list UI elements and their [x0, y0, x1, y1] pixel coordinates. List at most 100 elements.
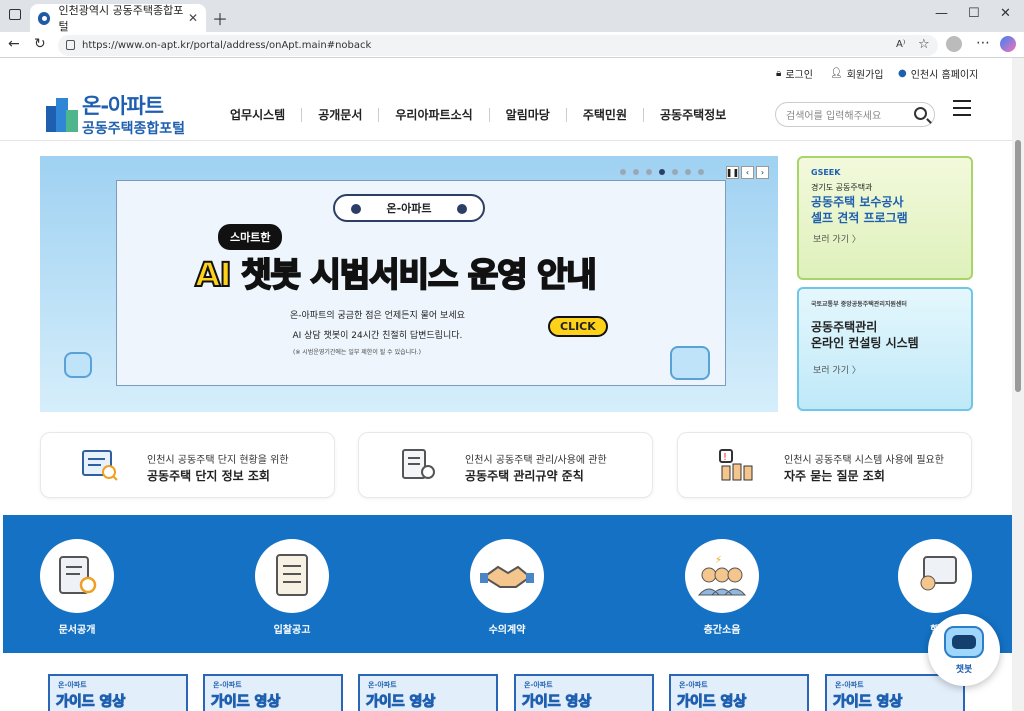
video-tag: 온-아파트	[213, 681, 242, 689]
prev-icon[interactable]: ‹	[741, 166, 754, 179]
slide-dot[interactable]	[698, 169, 704, 175]
side-banner-consulting[interactable]: 국토교통부 중앙공동주택관리지원센터 공동주택관리 온라인 컨설팅 시스템 보러…	[797, 287, 973, 411]
person-icon: 👤︎	[830, 68, 843, 79]
scroll-gear-icon	[402, 449, 435, 479]
copilot-icon[interactable]	[1000, 36, 1016, 52]
refresh-icon[interactable]: ↻	[34, 36, 46, 52]
lock-icon[interactable]	[66, 40, 75, 50]
tab-switch-icon[interactable]	[9, 9, 21, 20]
url-field[interactable]: https://www.on-apt.kr/portal/address/onA…	[58, 35, 938, 56]
nav-item-public-docs[interactable]: 공개문서	[302, 108, 380, 122]
nav-item-work-system[interactable]: 업무시스템	[214, 108, 303, 122]
profile-icon[interactable]	[946, 36, 962, 52]
video-tag: 온-아파트	[368, 681, 397, 689]
document-disclosure-icon[interactable]	[40, 539, 114, 613]
nav-item-housing-complaints[interactable]: 주택민원	[567, 108, 644, 122]
minimize-icon[interactable]: —	[935, 6, 948, 21]
quick-card-title: 공동주택 단지 정보 조회	[147, 469, 270, 483]
slide-dot-active[interactable]	[659, 169, 665, 175]
bid-notice-icon[interactable]	[255, 539, 329, 613]
back-icon[interactable]: ←	[8, 36, 20, 52]
quick-card-complex-info[interactable]: 인천시 공동주택 단지 현황을 위한 공동주택 단지 정보 조회	[40, 432, 335, 498]
slide-dot[interactable]	[685, 169, 691, 175]
lock-outline-icon: 🔒︎	[776, 68, 782, 79]
guide-video-card[interactable]: 온-아파트 가이드 영상	[514, 674, 654, 711]
maximize-icon[interactable]: ☐	[968, 6, 980, 21]
hero-pill: 온-아파트	[333, 194, 485, 222]
service-label-private-contract[interactable]: 수의계약	[447, 621, 567, 636]
slider-controls: ❚❚ ‹ ›	[726, 166, 769, 179]
slide-dot[interactable]	[646, 169, 652, 175]
side-banner-org: 국토교통부 중앙공동주택관리지원센터	[811, 301, 907, 308]
quick-card-desc: 인천시 공동주택 단지 현황을 위한	[147, 455, 289, 466]
video-title: 가이드 영상	[832, 694, 903, 711]
service-label-floor-noise[interactable]: 층간소음	[662, 621, 782, 636]
chatbot-label: 챗봇	[955, 665, 973, 675]
close-icon[interactable]: ✕	[188, 11, 198, 25]
city-home-link[interactable]: ● 인천시 홈페이지	[898, 66, 978, 81]
browser-tab[interactable]: 인천광역시 공동주택종합포털 ✕	[30, 4, 206, 33]
video-tag: 온-아파트	[524, 681, 553, 689]
guide-video-card[interactable]: 온-아파트 가이드 영상	[203, 674, 343, 711]
guide-video-card[interactable]: 온-아파트 가이드 영상	[358, 674, 498, 711]
scrollbar-thumb[interactable]	[1015, 140, 1021, 392]
side-banner-more-link[interactable]: 보러 가기 〉	[813, 232, 861, 245]
side-banner-gseek[interactable]: GSEEK 경기도 공동주택과 공동주택 보수공사 셀프 견적 프로그램 보러 …	[797, 156, 973, 280]
side-banner-more-link[interactable]: 보러 가기 〉	[813, 363, 861, 376]
side-banner-title-line2: 셀프 견적 프로그램	[811, 211, 908, 225]
logo-subtitle: 공동주택종합포털	[82, 121, 186, 137]
search-input[interactable]: 검색어를 입력해주세요	[775, 102, 935, 127]
service-label-doc-disclosure[interactable]: 문서공개	[17, 621, 137, 636]
slide-dot[interactable]	[672, 169, 678, 175]
faq-hands-icon: !	[719, 449, 753, 481]
header-divider	[0, 140, 1012, 141]
chatbot-robot-icon	[944, 626, 984, 658]
site-logo[interactable]: 온-아파트 공동주택종합포털	[46, 90, 185, 138]
menu-icon[interactable]	[953, 100, 971, 116]
address-bar: ← ↻ https://www.on-apt.kr/portal/address…	[0, 32, 1024, 58]
read-aloud-icon[interactable]: A⁾	[896, 39, 905, 50]
login-link[interactable]: 🔒︎ 로그인	[776, 66, 813, 81]
guide-video-card[interactable]: 온-아파트가이드 영상	[48, 674, 188, 711]
video-title: 가이드 영상	[55, 694, 126, 711]
next-icon[interactable]: ›	[756, 166, 769, 179]
quick-card-title: 공동주택 관리규약 준칙	[465, 469, 584, 483]
admin-service-icon[interactable]	[898, 539, 972, 613]
hero-subtext: 온-아파트의 궁금한 점은 언제든지 물어 보세요 AI 상담 챗봇이 24시간…	[290, 306, 465, 346]
page-scrollbar[interactable]	[1012, 58, 1024, 711]
more-icon[interactable]: ⋯	[976, 35, 990, 51]
join-link[interactable]: 👤︎ 회원가입	[830, 66, 884, 81]
video-title: 가이드 영상	[676, 694, 747, 711]
hero-click-button[interactable]: CLICK	[548, 316, 608, 337]
pause-icon[interactable]: ❚❚	[726, 166, 739, 179]
handshake-icon[interactable]	[470, 539, 544, 613]
video-tag: 온-아파트	[58, 681, 87, 689]
city-home-label: 인천시 홈페이지	[910, 70, 979, 81]
quick-card-faq[interactable]: ! 인천시 공동주택 시스템 사용에 필요한 자주 묻는 질문 조회	[677, 432, 972, 498]
hero-sub-line2: AI 상담 챗봇이 24시간 친절히 답변드립니다.	[292, 331, 463, 341]
site-favicon-icon	[38, 11, 51, 25]
headline-operation-notice: 운영 안내	[467, 254, 598, 295]
slide-dot[interactable]	[633, 169, 639, 175]
service-label-bid-notice[interactable]: 입찰공고	[232, 621, 352, 636]
login-label: 로그인	[785, 70, 813, 81]
window-close-icon[interactable]: ✕	[1000, 6, 1011, 21]
slide-dot[interactable]	[620, 169, 626, 175]
hero-banner[interactable]: 온-아파트 스마트한 AI 챗봇 시범서비스 운영 안내 온-아파트의 궁금한 …	[40, 156, 778, 412]
side-banner-caption: 경기도 공동주택과	[811, 183, 873, 192]
svg-text:⚡: ⚡	[715, 555, 722, 566]
quick-card-management-rules[interactable]: 인천시 공동주택 관리/사용에 관한 공동주택 관리규약 준칙	[358, 432, 653, 498]
nav-item-notices[interactable]: 알림마당	[490, 108, 567, 122]
noise-people-icon[interactable]: ⚡	[685, 539, 759, 613]
favorite-icon[interactable]: ☆	[918, 37, 930, 52]
quick-card-title: 자주 묻는 질문 조회	[784, 469, 885, 483]
guide-video-card[interactable]: 온-아파트 가이드 영상	[669, 674, 809, 711]
search-icon[interactable]	[914, 107, 927, 120]
nav-item-apartment-news[interactable]: 우리아파트소식	[379, 108, 490, 122]
headline-pilot-service: 시범서비스	[310, 254, 460, 295]
svg-text:!: !	[723, 452, 727, 463]
chatbot-button[interactable]: 챗봇	[928, 614, 1000, 686]
new-tab-icon[interactable]: ＋	[212, 6, 228, 30]
side-banner-title: 공동주택 보수공사 셀프 견적 프로그램	[811, 194, 908, 226]
nav-item-housing-info[interactable]: 공동주택정보	[644, 108, 742, 122]
